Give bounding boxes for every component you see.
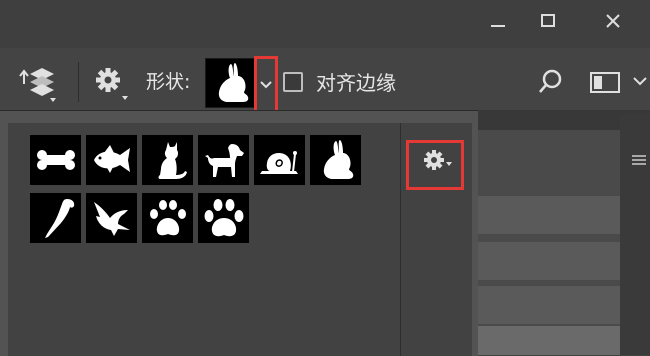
dog-icon bbox=[204, 144, 244, 177]
align-edges-label: 对齐边缘 bbox=[316, 71, 396, 95]
bird-icon bbox=[93, 202, 130, 236]
maximize-icon bbox=[541, 14, 555, 27]
align-edges-checkbox[interactable] bbox=[283, 72, 303, 92]
shape-dog-paw[interactable] bbox=[198, 193, 249, 243]
shape-cat[interactable] bbox=[142, 135, 193, 185]
title-bar bbox=[0, 0, 650, 48]
dog-paw-icon bbox=[204, 199, 243, 237]
bone-icon bbox=[36, 150, 75, 170]
shape-grid bbox=[8, 123, 472, 356]
gear-settings-button[interactable] bbox=[92, 62, 132, 102]
panel-menu-button[interactable] bbox=[628, 150, 650, 170]
cat-icon bbox=[158, 142, 187, 179]
shape-preview[interactable] bbox=[205, 58, 257, 108]
shape-cat-paw[interactable] bbox=[142, 193, 193, 243]
path-arrange-button[interactable] bbox=[18, 62, 58, 102]
panel-row bbox=[478, 286, 620, 324]
workspace-icon bbox=[590, 72, 620, 93]
shape-picker-panel bbox=[0, 110, 478, 356]
panel-row bbox=[478, 196, 620, 234]
settings-highlight bbox=[406, 140, 464, 190]
rabbit-icon bbox=[218, 63, 249, 102]
fish-icon bbox=[93, 145, 130, 173]
minimize-icon bbox=[491, 25, 505, 27]
separator bbox=[78, 62, 79, 102]
shape-snail[interactable] bbox=[254, 135, 305, 185]
chevron-down-icon bbox=[633, 77, 647, 86]
shape-fish[interactable] bbox=[86, 135, 137, 185]
shape-label: 形状: bbox=[146, 71, 191, 93]
close-button[interactable] bbox=[590, 6, 636, 36]
shape-parrot[interactable] bbox=[30, 193, 81, 243]
snail-icon bbox=[259, 151, 298, 174]
panel-row bbox=[478, 242, 620, 280]
scroll-divider bbox=[400, 123, 401, 356]
layers-arrange-icon bbox=[19, 68, 56, 102]
shape-bird[interactable] bbox=[86, 193, 137, 243]
maximize-button[interactable] bbox=[525, 6, 571, 36]
workspace-dropdown[interactable] bbox=[630, 72, 650, 92]
dropdown-highlight bbox=[254, 56, 278, 113]
gear-icon bbox=[96, 68, 128, 100]
shape-bone[interactable] bbox=[30, 135, 81, 185]
shape-dog[interactable] bbox=[198, 135, 249, 185]
close-icon bbox=[606, 14, 620, 28]
panel-row bbox=[478, 326, 620, 355]
shape-rabbit[interactable] bbox=[310, 135, 361, 185]
workspace-button[interactable] bbox=[585, 66, 625, 98]
parrot-icon bbox=[44, 199, 74, 238]
cat-paw-icon bbox=[149, 200, 186, 236]
minimize-button[interactable] bbox=[475, 6, 521, 36]
search-button[interactable] bbox=[535, 66, 567, 98]
search-icon bbox=[539, 69, 562, 93]
panel-menu-icon bbox=[632, 155, 646, 165]
rabbit-icon bbox=[323, 140, 353, 179]
